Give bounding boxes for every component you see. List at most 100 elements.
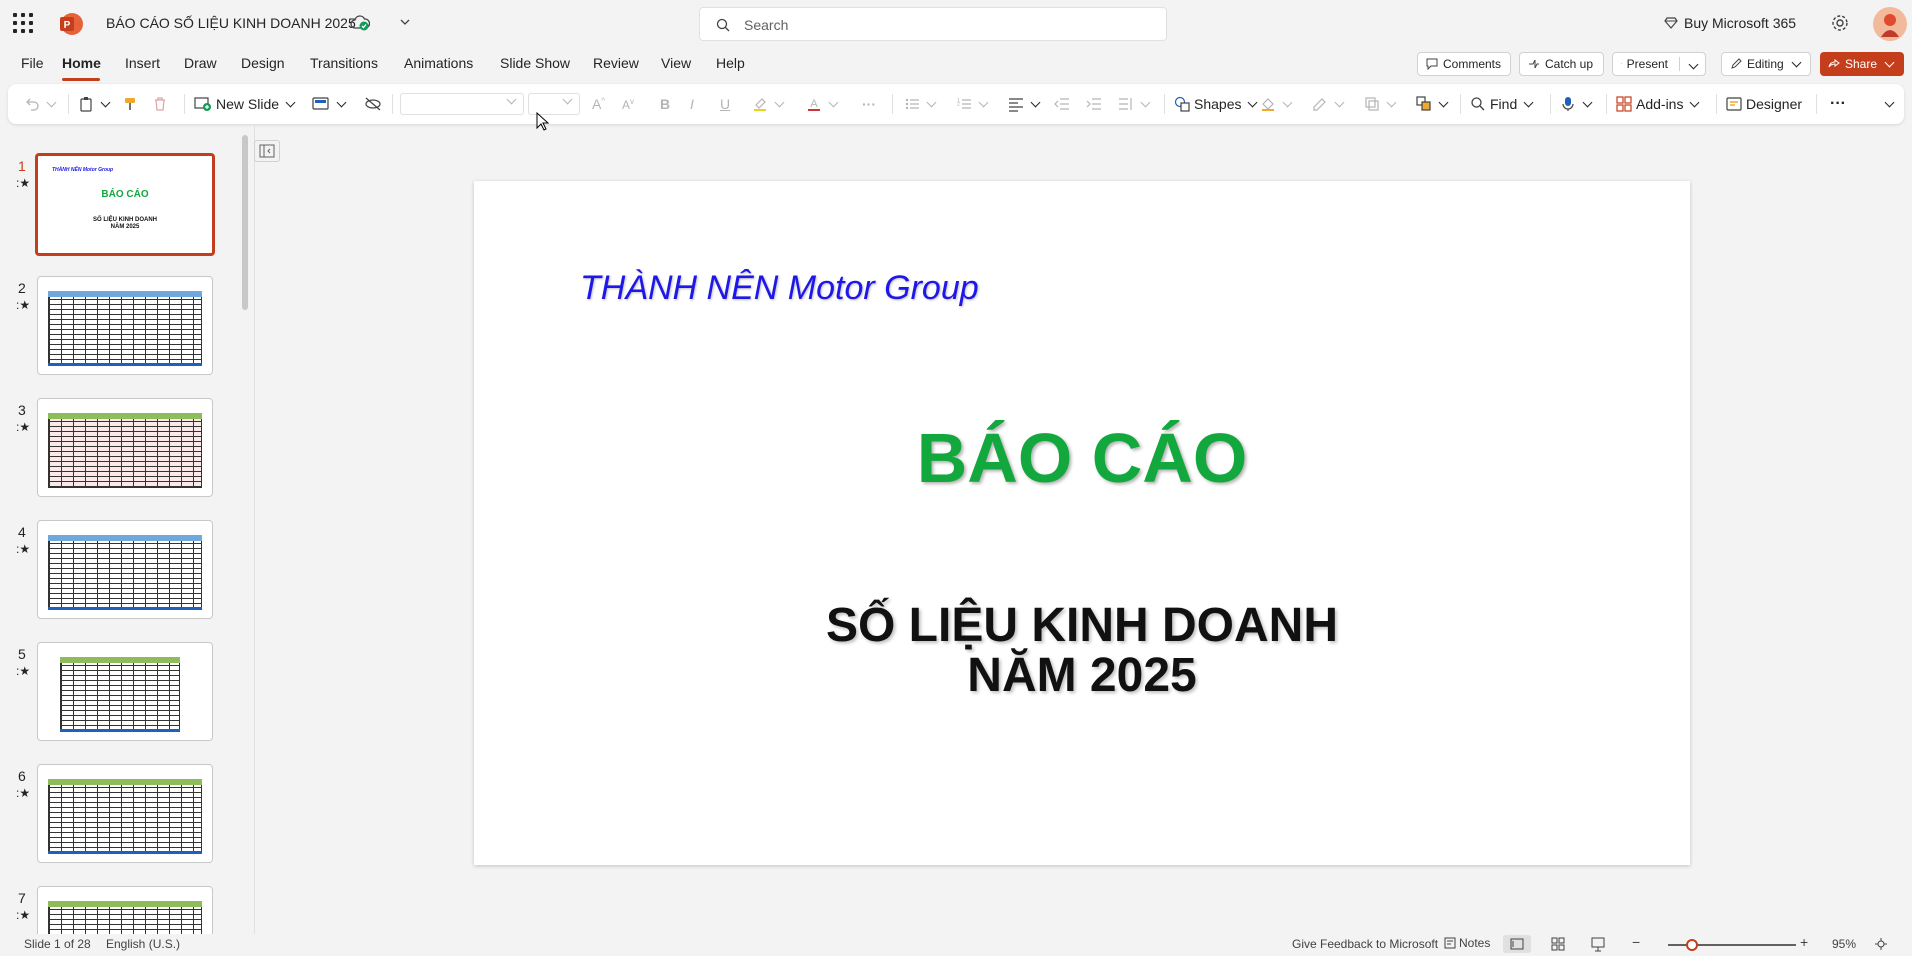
shapes-button[interactable]: Shapes — [1174, 84, 1256, 124]
tab-help[interactable]: Help — [716, 55, 745, 71]
comments-button[interactable]: Comments — [1417, 52, 1511, 76]
document-title[interactable]: BÁO CÁO SỐ LIỆU KINH DOANH 2025 — [106, 15, 356, 31]
thumb-company: THÀNH NÊN Motor Group — [52, 167, 113, 173]
highlight-button[interactable] — [752, 84, 783, 124]
editing-mode-button[interactable]: Editing — [1721, 52, 1811, 76]
paragraph-options-button[interactable] — [1118, 84, 1149, 124]
animation-star-icon: :★ — [16, 420, 30, 434]
slide-subtitle[interactable]: SỐ LIỆU KINH DOANH NĂM 2025 — [474, 601, 1690, 701]
bullets-button[interactable] — [904, 84, 935, 124]
font-family-select[interactable] — [400, 93, 524, 115]
slide-thumbnail-4[interactable] — [37, 520, 213, 619]
menu-bar: File Home Insert Draw Design Transitions… — [0, 48, 1912, 82]
slide-thumbnail-2[interactable] — [37, 276, 213, 375]
delete-button[interactable] — [152, 84, 168, 124]
paragraph-spacing-icon — [1118, 96, 1134, 112]
thumbnails-scrollbar[interactable] — [242, 135, 248, 310]
tab-draw[interactable]: Draw — [184, 55, 217, 71]
chevron-down-icon — [775, 97, 785, 107]
notes-button[interactable]: Notes — [1444, 936, 1490, 950]
increase-font-size-button[interactable]: A^ — [592, 84, 605, 124]
chevron-down-icon — [101, 97, 111, 107]
designer-button[interactable]: Designer — [1726, 84, 1802, 124]
avatar[interactable] — [1873, 7, 1907, 41]
more-options-button[interactable]: ··· — [1830, 84, 1846, 124]
tab-review[interactable]: Review — [593, 55, 639, 71]
slide-thumbnail-6[interactable] — [37, 764, 213, 863]
zoom-in-button[interactable]: + — [1800, 934, 1808, 950]
find-button[interactable]: Find — [1470, 84, 1532, 124]
decrease-indent-button[interactable] — [1054, 84, 1070, 124]
search-box[interactable]: Search — [699, 7, 1167, 41]
zoom-slider-thumb[interactable] — [1686, 939, 1698, 951]
slide-title[interactable]: BÁO CÁO — [474, 418, 1690, 498]
slide-thumbnail-5[interactable] — [37, 642, 213, 741]
increase-indent-icon — [1086, 96, 1102, 112]
feedback-link[interactable]: Give Feedback to Microsoft — [1292, 937, 1438, 951]
chevron-down-icon[interactable] — [398, 15, 412, 32]
numbering-button[interactable]: 12 — [956, 84, 987, 124]
bold-button[interactable]: B — [660, 84, 670, 124]
expand-ribbon-button[interactable] — [1882, 84, 1893, 124]
thumbnail-number: 6 — [18, 768, 26, 784]
zoom-out-button[interactable]: − — [1632, 934, 1640, 950]
tab-view[interactable]: View — [661, 55, 691, 71]
fit-to-window-button[interactable] — [1874, 937, 1888, 954]
shape-fill-button[interactable] — [1260, 84, 1291, 124]
gear-icon[interactable] — [1830, 13, 1850, 36]
present-button[interactable]: Present — [1612, 52, 1706, 76]
dictate-button[interactable] — [1560, 84, 1591, 124]
align-button[interactable] — [1008, 84, 1039, 124]
more-font-options-button[interactable]: ··· — [862, 84, 876, 124]
normal-view-button[interactable] — [1503, 935, 1531, 953]
share-button[interactable]: Share — [1820, 52, 1904, 76]
italic-button[interactable]: I — [690, 84, 694, 124]
reading-view-button[interactable] — [1584, 935, 1612, 953]
increase-indent-button[interactable] — [1086, 84, 1102, 124]
cloud-saved-icon[interactable] — [350, 14, 370, 35]
tab-home[interactable]: Home — [62, 55, 101, 71]
buy-microsoft-365-link[interactable]: Buy Microsoft 365 — [1664, 15, 1796, 31]
slide-thumbnail-3[interactable] — [37, 398, 213, 497]
slide-thumbnail-7[interactable] — [37, 886, 213, 934]
tab-design[interactable]: Design — [241, 55, 285, 71]
slide-thumbnail-1[interactable]: THÀNH NÊN Motor Group BÁO CÁO SỐ LIỆU KI… — [35, 153, 215, 256]
app-launcher-icon[interactable] — [13, 13, 33, 33]
hide-slide-icon — [364, 96, 382, 112]
hide-slide-button[interactable] — [364, 84, 382, 124]
tab-file[interactable]: File — [21, 55, 44, 71]
share-label: Share — [1845, 57, 1877, 71]
tab-insert[interactable]: Insert — [125, 55, 160, 71]
shape-outline-button[interactable] — [1312, 84, 1343, 124]
collapse-panel-button[interactable] — [254, 140, 280, 162]
shapes-icon — [1174, 96, 1190, 112]
language-indicator[interactable]: English (U.S.) — [106, 937, 180, 951]
tab-animations[interactable]: Animations — [404, 55, 473, 71]
shape-effects-button[interactable] — [1364, 84, 1395, 124]
arrange-button[interactable] — [1416, 84, 1447, 124]
font-color-button[interactable]: A — [806, 84, 837, 124]
catch-up-button[interactable]: Catch up — [1519, 52, 1604, 76]
diamond-icon — [1664, 16, 1678, 30]
ribbon-divider — [892, 94, 893, 114]
paste-button[interactable] — [78, 84, 109, 124]
present-dropdown-chevron-icon[interactable] — [1679, 57, 1697, 71]
undo-button[interactable] — [24, 84, 55, 124]
chevron-down-icon — [1283, 97, 1293, 107]
zoom-level[interactable]: 95% — [1832, 937, 1856, 951]
slide-company-name[interactable]: THÀNH NÊN Motor Group — [580, 269, 979, 308]
decrease-font-size-button[interactable]: Av — [622, 84, 634, 124]
powerpoint-logo-icon[interactable]: P — [58, 12, 84, 36]
tab-slide-show[interactable]: Slide Show — [500, 55, 570, 71]
tab-transitions[interactable]: Transitions — [310, 55, 378, 71]
format-painter-button[interactable] — [122, 84, 138, 124]
new-slide-button[interactable]: New Slide — [194, 84, 294, 124]
slide-canvas[interactable]: THÀNH NÊN Motor Group BÁO CÁO SỐ LIỆU KI… — [474, 181, 1690, 865]
chevron-down-icon — [563, 95, 573, 105]
thumbnail-number: 2 — [18, 280, 26, 296]
underline-button[interactable]: U — [720, 84, 730, 124]
slide-sorter-view-button[interactable] — [1544, 935, 1572, 953]
thumbnail-number: 7 — [18, 890, 26, 906]
add-ins-button[interactable]: Add-ins — [1616, 84, 1698, 124]
layout-button[interactable] — [312, 84, 345, 124]
